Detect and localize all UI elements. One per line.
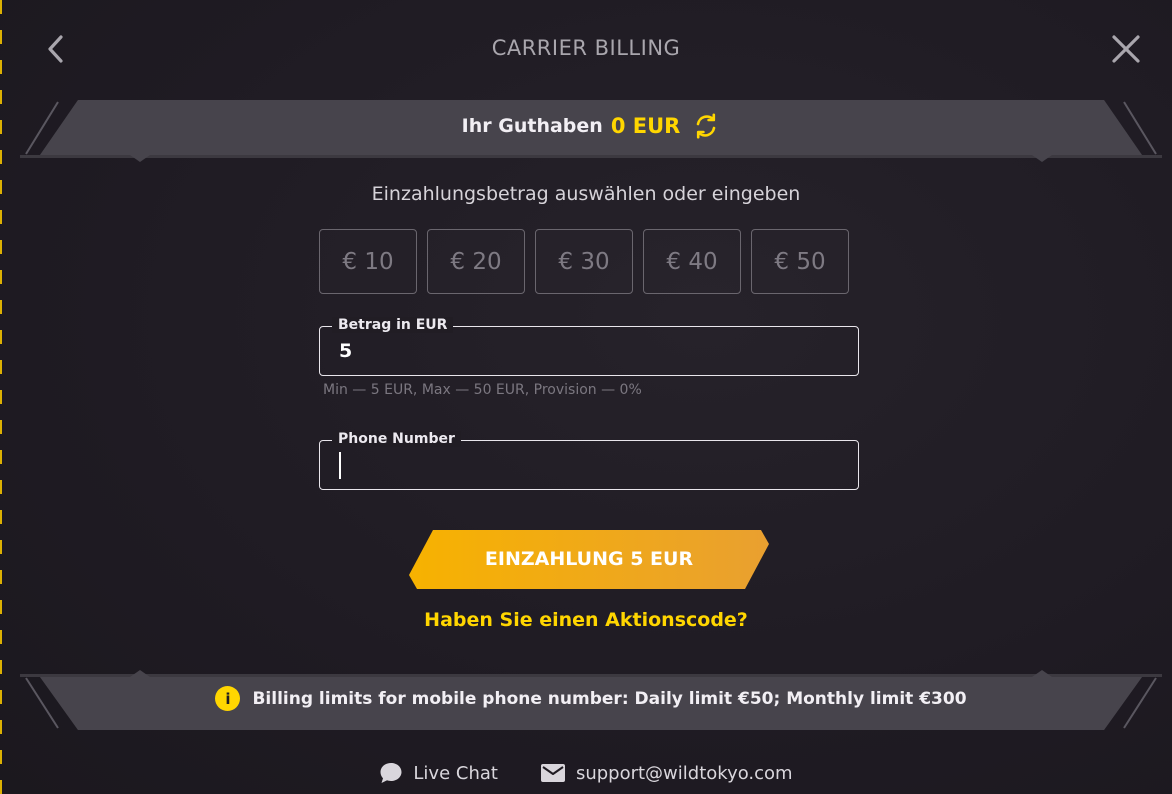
preset-amounts: € 10 € 20 € 30 € 40 € 50 (319, 229, 849, 294)
amount-option-10[interactable]: € 10 (319, 229, 417, 294)
deposit-prompt: Einzahlungsbetrag auswählen oder eingebe… (371, 183, 801, 205)
live-chat-label: Live Chat (413, 762, 498, 784)
amount-option-40[interactable]: € 40 (643, 229, 741, 294)
support-email-label: support@wildtokyo.com (575, 762, 793, 784)
close-icon (1112, 35, 1140, 63)
live-chat-link[interactable]: Live Chat (379, 762, 498, 784)
refresh-icon[interactable] (692, 112, 720, 140)
contact-links: Live Chat support@wildtokyo.com (0, 762, 1172, 784)
amount-input[interactable] (339, 337, 839, 365)
info-icon: i (215, 686, 241, 711)
amount-limits-hint: Min — 5 EUR, Max — 50 EUR, Provision — 0… (323, 382, 642, 398)
balance-display: Ihr Guthaben 0 EUR (20, 112, 1162, 140)
amount-field-label: Betrag in EUR (332, 317, 454, 333)
text-caret (339, 452, 341, 479)
deposit-submit-label: EINZAHLUNG 5 EUR (484, 548, 694, 570)
phone-field: Phone Number (319, 431, 859, 490)
left-edge-stripe (0, 0, 2, 794)
header: CARRIER BILLING (0, 0, 1172, 98)
billing-limits-text: Billing limits for mobile phone number: … (252, 688, 967, 709)
balance-label: Ihr Guthaben (461, 115, 603, 137)
phone-field-label: Phone Number (332, 431, 461, 447)
balance-amount: 0 EUR (610, 114, 681, 138)
billing-limits-notice: i Billing limits for mobile phone number… (20, 686, 1162, 711)
amount-option-20[interactable]: € 20 (427, 229, 525, 294)
amount-field: Betrag in EUR (319, 317, 859, 376)
limits-banner: i Billing limits for mobile phone number… (20, 668, 1162, 730)
page-title: CARRIER BILLING (491, 36, 681, 60)
amount-option-30[interactable]: € 30 (535, 229, 633, 294)
promo-code-link[interactable]: Haben Sie einen Aktionscode? (0, 609, 1172, 631)
phone-input[interactable] (339, 451, 839, 479)
support-email-link[interactable]: support@wildtokyo.com (540, 762, 793, 784)
chat-bubble-icon (380, 763, 402, 783)
amount-option-50[interactable]: € 50 (751, 229, 849, 294)
deposit-submit-button[interactable]: EINZAHLUNG 5 EUR (409, 530, 769, 589)
balance-banner: Ihr Guthaben 0 EUR (20, 98, 1162, 164)
close-button[interactable] (1108, 30, 1144, 68)
envelope-icon (540, 764, 565, 782)
carrier-billing-page: CARRIER BILLING Ihr Guthaben 0 EUR Einza… (0, 0, 1172, 794)
